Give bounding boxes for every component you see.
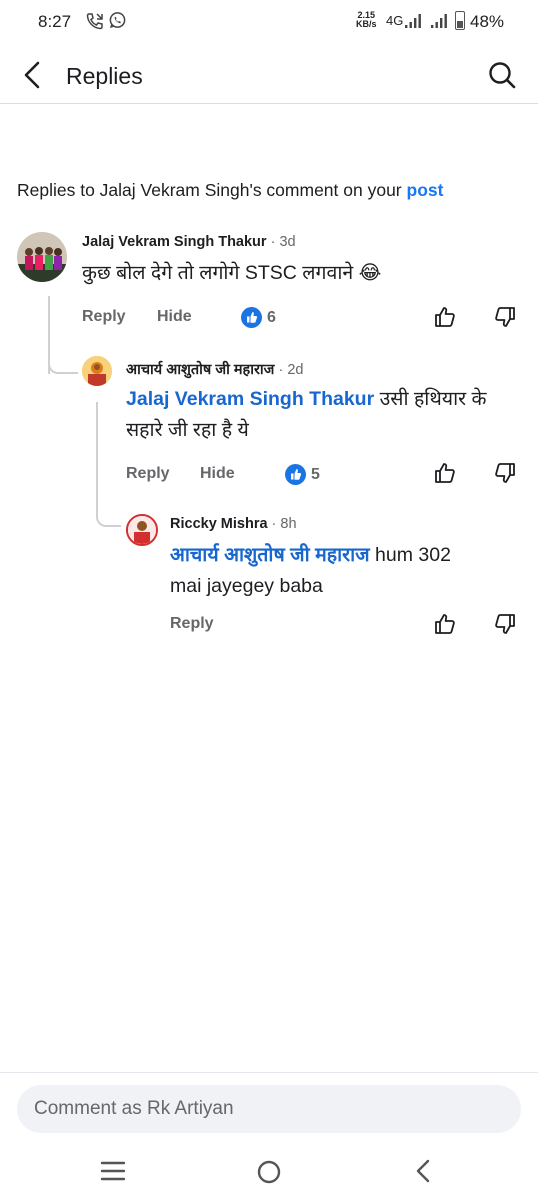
like-reaction-icon[interactable]: [241, 307, 262, 328]
comment: Riccky Mishra · 8h आचार्य आशुतोष जी महार…: [0, 510, 538, 640]
mention-link[interactable]: Jalaj Vekram Singh Thakur: [126, 388, 374, 410]
replies-heading: Replies to Jalaj Vekram Singh's comment …: [17, 180, 444, 200]
comment-text: Jalaj Vekram Singh Thakur उसी हथियार के …: [126, 388, 487, 441]
reply-button[interactable]: Reply: [126, 465, 170, 483]
back-nav-icon[interactable]: [412, 1158, 436, 1184]
downvote-icon[interactable]: [493, 305, 517, 329]
avatar[interactable]: [17, 232, 67, 282]
downvote-icon[interactable]: [493, 461, 517, 485]
like-reaction-icon[interactable]: [285, 464, 306, 485]
recent-apps-icon[interactable]: [100, 1160, 126, 1182]
comment-author[interactable]: Riccky Mishra · 8h: [170, 516, 297, 532]
comment-time: · 8h: [267, 516, 297, 532]
battery-percent: 48%: [470, 12, 505, 31]
downvote-icon[interactable]: [493, 612, 517, 636]
avatar[interactable]: [126, 514, 158, 546]
comment-author[interactable]: आचार्य आशुतोष जी महाराज · 2d: [126, 359, 303, 379]
profile-photo-icon: [128, 516, 156, 544]
signal-icon: [431, 14, 447, 28]
comment-text: कुछ बोल देगे तो लगोगे STSC लगवाने 😂: [82, 262, 382, 284]
signal-icon: [405, 14, 421, 28]
mention-link[interactable]: आचार्य आशुतोष जी महाराज: [170, 544, 370, 566]
upvote-icon[interactable]: [433, 305, 457, 329]
hide-button[interactable]: Hide: [157, 308, 192, 326]
composer-bar: Comment as Rk Artiyan: [0, 1072, 538, 1142]
comment-input[interactable]: Comment as Rk Artiyan: [17, 1085, 521, 1133]
profile-photo-icon: [82, 356, 112, 386]
network-type: 4G: [386, 13, 404, 28]
comment-time: · 3d: [266, 234, 296, 250]
hide-button[interactable]: Hide: [200, 465, 235, 483]
search-icon[interactable]: [486, 59, 518, 91]
status-bar: 8:27 2.15 KB/s 4G 48%: [0, 0, 538, 44]
battery-icon: [455, 11, 465, 30]
system-nav-bar: [0, 1142, 538, 1200]
comment-text: आचार्य आशुतोष जी महाराज hum 302 mai jaye…: [170, 544, 451, 597]
call-forwarding-icon: [86, 13, 103, 30]
chevron-left-icon[interactable]: [20, 60, 46, 90]
reply-button[interactable]: Reply: [170, 615, 214, 633]
group-photo-icon: [17, 232, 67, 282]
page-title: Replies: [66, 63, 143, 89]
header: Replies: [0, 44, 538, 104]
comment: आचार्य आशुतोष जी महाराज · 2d Jalaj Vekra…: [0, 354, 538, 494]
like-count: 6: [267, 309, 276, 326]
like-count: 5: [311, 466, 320, 483]
comment-input-placeholder: Comment as Rk Artiyan: [34, 1098, 234, 1119]
status-time: 8:27: [38, 12, 72, 31]
reply-button[interactable]: Reply: [82, 308, 126, 326]
comment: Jalaj Vekram Singh Thakur · 3d कुछ बोल द…: [0, 225, 538, 345]
home-icon[interactable]: [256, 1159, 282, 1185]
upvote-icon[interactable]: [433, 612, 457, 636]
post-link[interactable]: post: [407, 180, 444, 200]
avatar[interactable]: [82, 356, 112, 386]
upvote-icon[interactable]: [433, 461, 457, 485]
whatsapp-icon: [109, 12, 126, 29]
comment-author[interactable]: Jalaj Vekram Singh Thakur · 3d: [82, 234, 296, 250]
comment-time: · 2d: [274, 362, 304, 378]
network-speed: 2.15 KB/s: [356, 10, 377, 29]
